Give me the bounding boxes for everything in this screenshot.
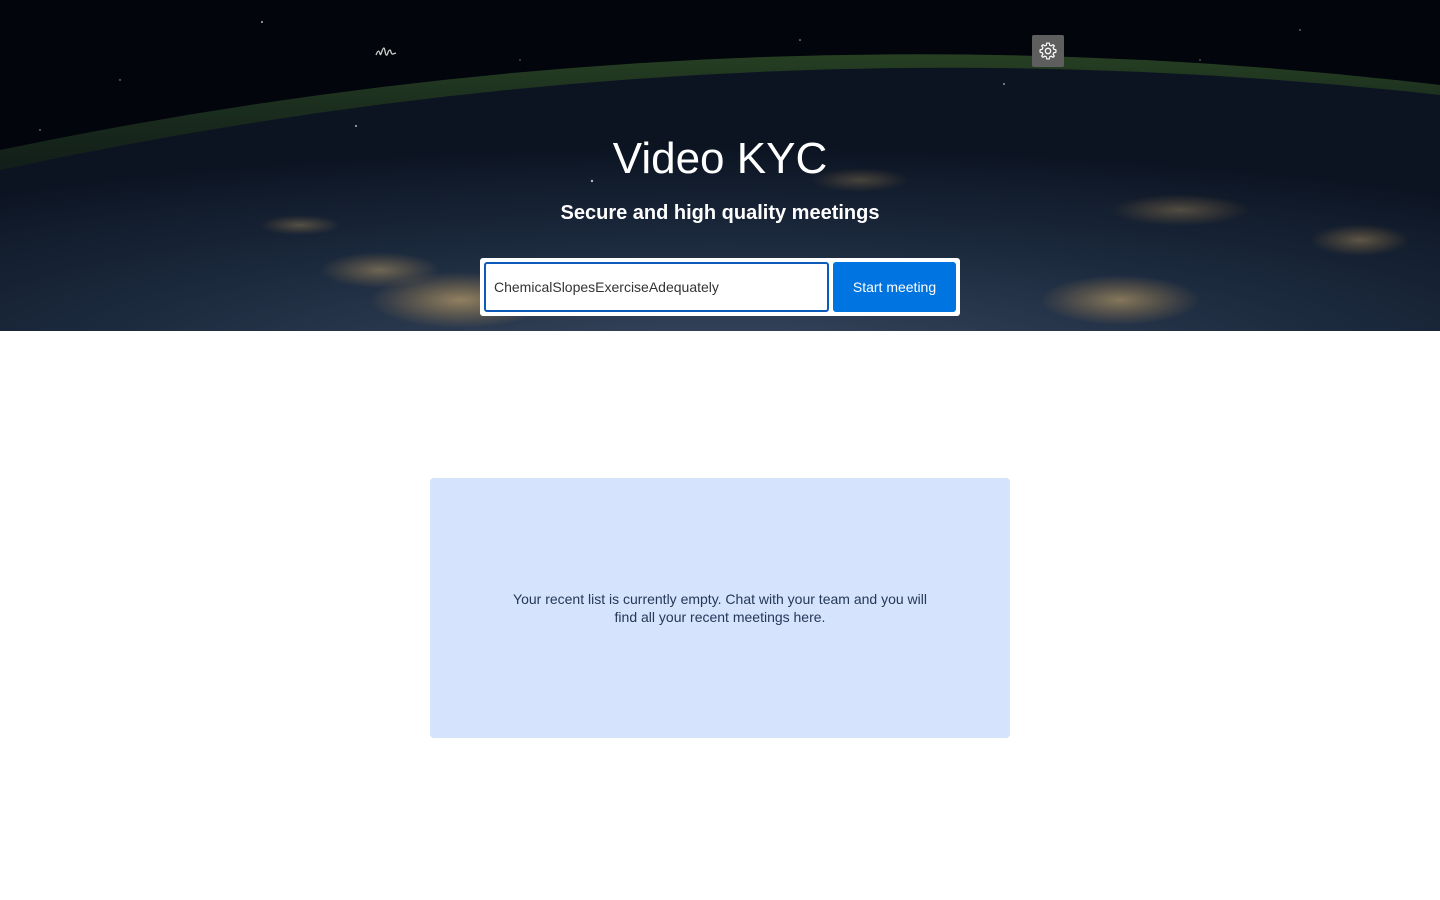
page-subtitle: Secure and high quality meetings (560, 202, 880, 224)
start-meeting-button[interactable]: Start meeting (833, 262, 956, 312)
watermark-logo-icon (375, 47, 397, 56)
recent-meetings-panel: Your recent list is currently empty. Cha… (430, 478, 1010, 738)
page-title: Video KYC (612, 134, 828, 183)
hero-banner: Video KYC Secure and high quality meetin… (0, 0, 1440, 331)
settings-button[interactable] (1032, 35, 1064, 67)
enter-room-form: Start meeting (480, 258, 960, 316)
recent-empty-message: Your recent list is currently empty. Cha… (513, 591, 927, 625)
room-name-input[interactable] (484, 262, 829, 312)
gear-icon (1039, 42, 1057, 60)
